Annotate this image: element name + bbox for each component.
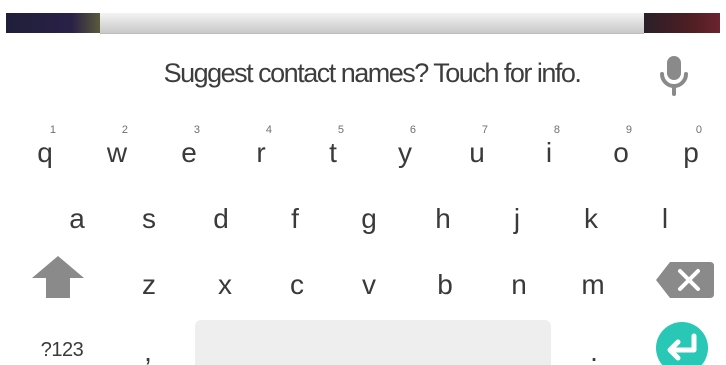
key-label: l	[661, 203, 669, 234]
microphone-icon	[660, 56, 688, 96]
key-label: c	[290, 269, 304, 300]
keyboard: q 1 w 2 e 3 r 4 t 5 y 6 u 7 i 8 o 9 p 0 …	[0, 120, 726, 365]
key-b[interactable]: b	[410, 252, 480, 312]
key-y[interactable]: y 6	[370, 120, 440, 180]
suggestion-strip: Suggest contact names? Touch for info.	[0, 34, 726, 120]
suggestion-text[interactable]: Suggest contact names? Touch for info.	[0, 58, 726, 89]
period-key[interactable]: .	[574, 332, 614, 365]
key-hint: 1	[49, 124, 56, 136]
backspace-icon	[656, 262, 714, 298]
key-hint: 6	[409, 124, 416, 136]
space-bar[interactable]	[195, 320, 551, 365]
right-artwork	[644, 13, 720, 33]
left-artwork	[6, 13, 100, 33]
key-label: k	[584, 203, 598, 234]
key-label: o	[613, 137, 629, 168]
key-o[interactable]: o 9	[586, 120, 656, 180]
key-g[interactable]: g	[334, 186, 404, 246]
comma-key[interactable]: ,	[128, 332, 168, 365]
key-u[interactable]: u 7	[442, 120, 512, 180]
key-v[interactable]: v	[334, 252, 404, 312]
key-label: y	[398, 137, 412, 168]
key-hint: 9	[625, 124, 632, 136]
key-i[interactable]: i 8	[514, 120, 584, 180]
key-j[interactable]: j	[482, 186, 552, 246]
key-label: n	[511, 269, 527, 300]
top-strip	[0, 0, 726, 34]
key-hint: 3	[193, 124, 200, 136]
key-a[interactable]: a	[42, 186, 112, 246]
key-label: z	[142, 269, 156, 300]
key-z[interactable]: z	[114, 252, 184, 312]
key-hint: 4	[265, 124, 272, 136]
key-label: b	[437, 269, 453, 300]
key-hint: 2	[121, 124, 128, 136]
key-p[interactable]: p 0	[656, 120, 726, 180]
shift-arrow-icon	[32, 256, 84, 298]
key-hint: 0	[695, 124, 702, 136]
key-x[interactable]: x	[190, 252, 260, 312]
progress-bar	[100, 13, 644, 34]
key-e[interactable]: e 3	[154, 120, 224, 180]
key-label: x	[218, 269, 232, 300]
key-hint: 8	[553, 124, 560, 136]
key-h[interactable]: h	[408, 186, 478, 246]
key-label: d	[213, 203, 229, 234]
key-c[interactable]: c	[262, 252, 332, 312]
key-label: p	[683, 137, 699, 168]
key-label: t	[329, 137, 337, 168]
shift-key[interactable]	[28, 252, 88, 302]
key-label: j	[513, 203, 521, 234]
key-label: i	[545, 137, 553, 168]
key-k[interactable]: k	[556, 186, 626, 246]
key-n[interactable]: n	[484, 252, 554, 312]
enter-key[interactable]	[654, 320, 710, 365]
key-hint: 5	[337, 124, 344, 136]
key-t[interactable]: t 5	[298, 120, 368, 180]
key-w[interactable]: w 2	[82, 120, 152, 180]
key-r[interactable]: r 4	[226, 120, 296, 180]
key-f[interactable]: f	[260, 186, 330, 246]
key-label: g	[361, 203, 377, 234]
key-s[interactable]: s	[114, 186, 184, 246]
key-label: s	[142, 203, 156, 234]
key-label: w	[106, 137, 128, 168]
symbols-key[interactable]: ?123	[22, 330, 102, 365]
key-label: r	[256, 137, 266, 168]
key-label: h	[435, 203, 451, 234]
key-label: v	[362, 269, 376, 300]
key-label: e	[181, 137, 197, 168]
enter-icon	[656, 322, 708, 365]
key-hint: 7	[481, 124, 488, 136]
key-label: f	[291, 203, 299, 234]
key-label: q	[37, 137, 53, 168]
key-d[interactable]: d	[186, 186, 256, 246]
backspace-key[interactable]	[654, 258, 716, 302]
key-m[interactable]: m	[558, 252, 628, 312]
key-label: u	[469, 137, 485, 168]
key-label: m	[581, 269, 605, 300]
key-l[interactable]: l	[630, 186, 700, 246]
key-q[interactable]: q 1	[10, 120, 80, 180]
key-label: a	[69, 203, 85, 234]
mic-button[interactable]	[652, 52, 696, 102]
